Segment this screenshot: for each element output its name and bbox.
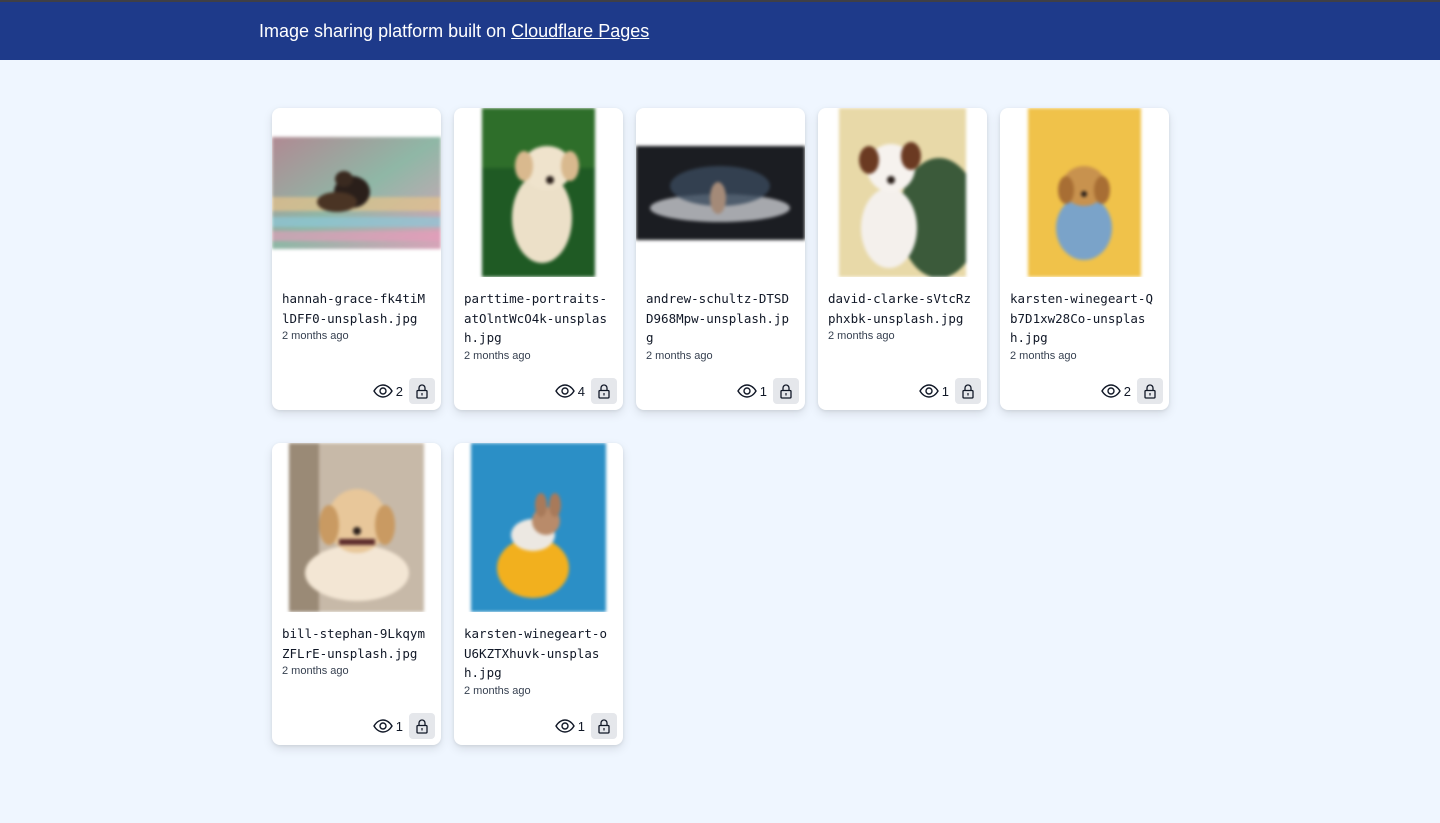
header-title: Image sharing platform built on Cloudfla… [259,21,649,42]
image-date: 2 months ago [282,330,349,342]
eye-icon [554,719,575,733]
dog-photo [289,443,424,612]
view-count-value: 1 [941,383,949,399]
image-card[interactable]: karsten-winegeart-Qb7D1xw28Co-unsplash.j… [1000,108,1169,410]
image-thumbnail[interactable] [818,108,987,277]
image-thumbnail[interactable] [272,108,441,277]
eye-icon [372,384,393,398]
view-count: 1 [918,383,949,399]
eye-icon [1100,384,1121,398]
lock-icon [780,383,792,399]
image-date: 2 months ago [464,349,531,362]
view-count-value: 2 [1123,383,1131,399]
lock-icon [598,383,610,399]
lock-button[interactable] [773,378,799,404]
image-date: 2 months ago [464,684,531,697]
view-count: 2 [372,383,403,399]
top-bar: Image sharing platform built on Cloudfla… [0,0,1440,60]
view-count: 1 [554,718,585,734]
image-card[interactable]: hannah-grace-fk4tiMlDFF0-unsplash.jpg 2 … [272,108,441,410]
view-count-value: 1 [759,383,767,399]
image-filename: parttime-portraits-atOlntWcO4k-unsplash.… [464,291,607,345]
lock-button[interactable] [955,378,981,404]
image-grid: hannah-grace-fk4tiMlDFF0-unsplash.jpg 2 … [272,108,1169,745]
image-card[interactable]: bill-stephan-9LkqymZFLrE-unsplash.jpg 2 … [272,443,441,745]
lock-icon [962,383,974,399]
card-meta: 1 [736,378,799,404]
view-count-value: 4 [577,383,585,399]
image-date: 2 months ago [828,330,895,342]
image-date: 2 months ago [282,665,349,677]
image-filename: karsten-winegeart-oU6KZTXhuvk-unsplash.j… [464,626,607,680]
image-thumbnail[interactable] [454,108,623,277]
lock-icon [416,383,428,399]
lock-button[interactable] [1137,378,1163,404]
view-count-value: 1 [577,718,585,734]
image-card[interactable]: andrew-schultz-DTSDD968Mpw-unsplash.jpg … [636,108,805,410]
dog-photo [482,108,595,277]
dog-photo [471,443,606,612]
image-filename: bill-stephan-9LkqymZFLrE-unsplash.jpg [282,626,425,661]
card-meta: 1 [372,713,435,739]
dog-photo [636,145,805,240]
header-text: Image sharing platform built on [259,20,512,41]
eye-icon [918,384,939,398]
card-meta: 2 [1100,378,1163,404]
view-count-value: 2 [395,383,403,399]
view-count: 1 [736,383,767,399]
image-filename: hannah-grace-fk4tiMlDFF0-unsplash.jpg [282,291,425,326]
cloudflare-pages-link[interactable]: Cloudflare Pages [511,21,649,41]
lock-button[interactable] [591,713,617,739]
view-count: 4 [554,383,585,399]
image-card[interactable]: karsten-winegeart-oU6KZTXhuvk-unsplash.j… [454,443,623,745]
dog-photo [272,136,441,249]
lock-icon [416,718,428,734]
image-filename: karsten-winegeart-Qb7D1xw28Co-unsplash.j… [1010,291,1153,345]
image-thumbnail[interactable] [636,108,805,277]
lock-button[interactable] [409,713,435,739]
image-card[interactable]: david-clarke-sVtcRzphxbk-unsplash.jpg 2 … [818,108,987,410]
eye-icon [372,719,393,733]
image-card[interactable]: parttime-portraits-atOlntWcO4k-unsplash.… [454,108,623,410]
image-date: 2 months ago [646,349,713,362]
image-thumbnail[interactable] [454,443,623,612]
image-thumbnail[interactable] [272,443,441,612]
view-count-value: 1 [395,718,403,734]
view-count: 2 [1100,383,1131,399]
lock-icon [598,718,610,734]
image-date: 2 months ago [1010,349,1077,362]
lock-icon [1144,383,1156,399]
lock-button[interactable] [409,378,435,404]
eye-icon [736,384,757,398]
image-filename: david-clarke-sVtcRzphxbk-unsplash.jpg [828,291,971,326]
card-meta: 2 [372,378,435,404]
eye-icon [554,384,575,398]
card-meta: 1 [918,378,981,404]
card-meta: 4 [554,378,617,404]
dog-photo [1028,108,1141,277]
card-meta: 1 [554,713,617,739]
image-filename: andrew-schultz-DTSDD968Mpw-unsplash.jpg [646,291,789,345]
view-count: 1 [372,718,403,734]
lock-button[interactable] [591,378,617,404]
image-thumbnail[interactable] [1000,108,1169,277]
dog-photo [839,108,966,277]
